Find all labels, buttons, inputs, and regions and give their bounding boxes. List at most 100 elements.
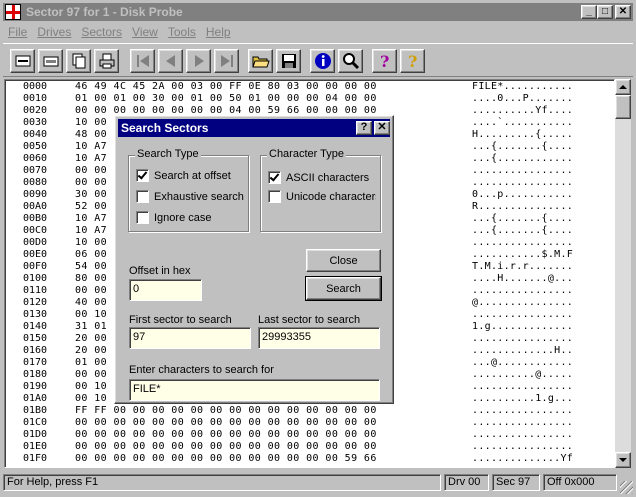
info-button[interactable] [310,49,335,73]
hex-row-address: 0100 [23,273,48,284]
hex-row-address: 0060 [23,153,48,164]
menu-sectors[interactable]: Sectors [76,25,127,39]
first-sector-input[interactable]: 97 [129,327,251,349]
hex-row-bytes: 00 00 00 00 00 00 00 00 00 00 00 00 00 0… [75,417,377,428]
close-dialog-button[interactable]: Close [306,249,381,272]
menu-help[interactable]: Help [201,25,236,39]
hex-row-ascii: ................ [472,441,574,452]
hex-row-bytes: FF FF 00 00 00 00 00 00 00 00 00 00 00 0… [75,405,377,416]
first-sector-label: First sector to search [129,314,232,326]
context-help-button[interactable]: ? [400,49,425,73]
first-sector-button[interactable] [130,49,155,73]
ignore-case-option[interactable]: Ignore case [136,211,211,224]
hex-row-ascii: ...{.......{.... [472,213,574,224]
search-at-offset-checkbox[interactable] [136,169,149,182]
menu-drives[interactable]: Drives [32,25,76,39]
hex-row-bytes: 00 00 00 00 00 00 00 00 00 00 00 00 00 0… [75,441,377,452]
open-file-button[interactable] [248,49,273,73]
hex-row-ascii: .............H.. [472,345,574,356]
search-at-offset-label: Search at offset [154,169,231,182]
maximize-button[interactable]: □ [597,5,613,19]
menu-bar: File Drives Sectors View Tools Help [3,22,236,41]
hex-row-address: 00A0 [23,201,48,212]
next-sector-button[interactable] [186,49,211,73]
hex-row-ascii: R............... [472,201,574,212]
previous-sector-button[interactable] [158,49,183,73]
status-sector: Sec 97 [492,474,540,491]
save-file-button[interactable] [276,49,301,73]
info-icon [314,53,331,69]
menu-file[interactable]: File [3,25,32,39]
last-sector-button[interactable] [214,49,239,73]
save-file-icon [281,54,296,68]
unicode-characters-option[interactable]: Unicode characters [268,190,376,203]
hex-row-address: 01E0 [23,441,48,452]
hex-row-address: 0080 [23,177,48,188]
hex-row-address: 01D0 [23,429,48,440]
hex-row-bytes: 00 00 00 00 00 00 00 00 00 00 00 00 00 0… [75,429,377,440]
last-sector-icon [220,55,233,67]
title-bar[interactable]: Sector 97 for 1 - Disk Probe _ □ ✕ [3,3,633,21]
search-button-toolbar[interactable] [338,49,363,73]
exhaustive-search-option[interactable]: Exhaustive search [136,190,244,203]
hex-row-ascii: ..........Yf.... [472,105,574,116]
status-offset: Off 0x000 [543,474,617,491]
hex-row-address: 0180 [23,369,48,380]
hex-row-ascii: T.M.i.r.r....... [472,261,574,272]
scroll-down-button[interactable] [615,452,631,468]
app-icon[interactable] [5,4,21,20]
hex-row-address: 00D0 [23,237,48,248]
menu-view[interactable]: View [127,25,163,39]
disk-probe-window: Sector 97 for 1 - Disk Probe _ □ ✕ File … [0,0,636,497]
search-chars-input[interactable]: FILE* [129,379,380,401]
hex-row-ascii: ...{.......{.... [472,225,574,236]
hex-row-ascii: ................ [472,333,574,344]
ignore-case-checkbox[interactable] [136,211,149,224]
write-sector-button[interactable] [38,49,63,73]
vertical-scrollbar[interactable] [615,79,631,468]
search-at-offset-option[interactable]: Search at offset [136,169,231,182]
exhaustive-search-checkbox[interactable] [136,190,149,203]
copy-sector-button[interactable] [66,49,91,73]
scroll-thumb[interactable] [615,95,631,119]
hex-row-ascii: 1.g............. [472,321,574,332]
hex-row-address: 0190 [23,381,48,392]
search-button[interactable]: Search [305,276,382,301]
ascii-characters-option[interactable]: ASCII characters [268,171,369,184]
unicode-characters-label: Unicode characters [286,190,376,203]
hex-row-address: 0150 [23,333,48,344]
hex-row-ascii: ................ [472,237,574,248]
help-button[interactable]: ? [372,49,397,73]
resize-grip[interactable] [620,481,633,494]
window-title: Sector 97 for 1 - Disk Probe [26,5,183,19]
hex-row-bytes: 01 00 01 00 30 00 01 00 50 01 00 00 00 0… [75,93,377,104]
arrow-down-icon [619,458,627,462]
minimize-button[interactable]: _ [581,5,597,19]
dialog-title-bar[interactable]: Search Sectors ? ✕ [118,119,390,137]
close-button[interactable]: ✕ [615,5,631,19]
hex-row-address: 01B0 [23,405,48,416]
print-icon [99,53,114,69]
offset-input[interactable]: 0 [129,279,202,301]
hex-row-ascii: ...@............ [472,357,574,368]
dialog-help-button[interactable]: ? [356,121,372,135]
dialog-close-x-button[interactable]: ✕ [374,121,390,135]
offset-label: Offset in hex [129,265,191,277]
hex-row-ascii: ...........$.M.F [472,249,574,260]
hex-row-ascii: FILE*........... [472,81,574,92]
menu-tools[interactable]: Tools [163,25,201,39]
hex-row-ascii: 0...p........... [472,189,574,200]
read-sector-button[interactable] [10,49,35,73]
hex-row-ascii: ...{.......{.... [472,141,574,152]
print-button[interactable] [94,49,119,73]
hex-row-ascii: ................ [472,165,574,176]
ascii-characters-checkbox[interactable] [268,171,281,184]
read-sector-icon [15,55,30,67]
character-type-label: Character Type [267,148,347,160]
hex-row-ascii: ....`........... [472,117,574,128]
last-sector-input[interactable]: 29993355 [258,327,380,349]
hex-row-ascii: ................ [472,285,574,296]
scroll-up-button[interactable] [615,79,631,95]
status-drive: Drv 00 [444,474,489,491]
unicode-characters-checkbox[interactable] [268,190,281,203]
